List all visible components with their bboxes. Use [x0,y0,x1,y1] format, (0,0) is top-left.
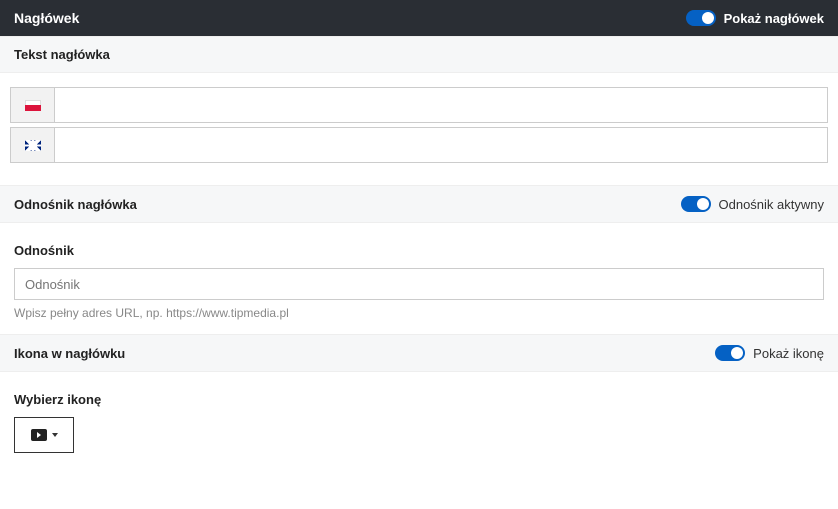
header-text-pl-input[interactable] [54,87,828,123]
link-helper-text: Wpisz pełny adres URL, np. https://www.t… [14,306,824,320]
youtube-icon [31,429,47,441]
link-url-input[interactable] [14,268,824,300]
icon-picker-button[interactable] [14,417,74,453]
header-text-en-input[interactable] [54,127,828,163]
show-icon-label: Pokaż ikonę [753,346,824,361]
icon-field-block: Wybierz ikonę [0,372,838,467]
header-bar: Nagłówek Pokaż nagłówek [0,0,838,36]
link-active-toggle[interactable] [681,196,711,212]
text-inputs-block [0,73,838,185]
link-section-label: Odnośnik nagłówka [14,197,137,212]
icon-section-label: Ikona w nagłówku [14,346,125,361]
flag-pl-icon [10,87,54,123]
flag-uk-icon [10,127,54,163]
show-header-toggle-row: Pokaż nagłówek [686,10,824,26]
caret-down-icon [52,433,58,437]
header-title: Nagłówek [14,10,79,26]
show-header-toggle[interactable] [686,10,716,26]
input-row-en [10,127,828,163]
icon-section-bar: Ikona w nagłówku Pokaż ikonę [0,334,838,372]
input-row-pl [10,87,828,123]
choose-icon-label: Wybierz ikonę [14,392,824,407]
show-header-label: Pokaż nagłówek [724,11,824,26]
link-field-block: Odnośnik Wpisz pełny adres URL, np. http… [0,223,838,334]
show-icon-toggle[interactable] [715,345,745,361]
show-icon-toggle-row: Pokaż ikonę [715,345,824,361]
link-active-label: Odnośnik aktywny [719,197,825,212]
text-section-label: Tekst nagłówka [14,47,110,62]
link-active-toggle-row: Odnośnik aktywny [681,196,825,212]
text-section-bar: Tekst nagłówka [0,36,838,73]
link-field-label: Odnośnik [14,243,824,258]
link-section-bar: Odnośnik nagłówka Odnośnik aktywny [0,185,838,223]
